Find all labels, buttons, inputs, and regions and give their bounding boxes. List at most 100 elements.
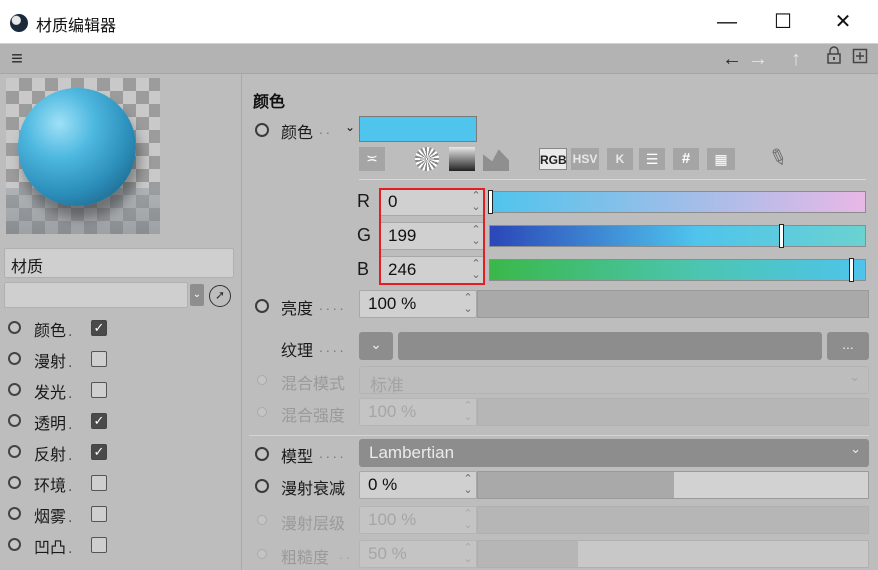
r-slider[interactable] xyxy=(488,190,866,214)
channel-label: 烟雾 xyxy=(34,503,72,527)
blend-mode-radio[interactable] xyxy=(257,375,267,385)
layer-dropdown[interactable] xyxy=(4,282,188,308)
maximize-button[interactable]: ☐ xyxy=(760,8,806,36)
material-preview[interactable] xyxy=(6,78,160,234)
forward-arrow-icon[interactable]: → xyxy=(746,46,770,72)
back-arrow-icon[interactable]: ← xyxy=(720,46,744,72)
brightness-spinner-icon[interactable]: ⌃ ⌄ xyxy=(462,293,474,315)
diffuse-falloff-label: 漫射衰减 xyxy=(281,481,346,498)
b-slider-handle[interactable] xyxy=(849,258,854,282)
brightness-radio[interactable] xyxy=(255,299,269,313)
brightness-slider[interactable] xyxy=(477,290,869,318)
model-radio[interactable] xyxy=(255,447,269,461)
chevron-down-icon: ⌄ xyxy=(849,369,860,384)
channel-fog[interactable]: 烟雾 xyxy=(8,500,228,528)
channel-checkbox[interactable] xyxy=(91,537,107,553)
channel-label: 漫射 xyxy=(34,348,72,372)
b-slider[interactable] xyxy=(489,258,866,282)
chevron-down-icon[interactable]: ⌄ xyxy=(345,120,355,134)
channel-transparency[interactable]: 透明 ✓ xyxy=(8,407,228,435)
material-name-field[interactable]: 材质 xyxy=(4,248,234,278)
blend-strength-label: 混合强度 xyxy=(281,408,346,425)
channel-label: 透明 xyxy=(34,410,72,434)
mixer-icon[interactable]: ☰ xyxy=(639,148,665,170)
r-slider-handle[interactable] xyxy=(488,190,493,214)
channel-checkbox[interactable] xyxy=(91,506,107,522)
blend-strength-slider[interactable] xyxy=(477,398,869,426)
blend-mode-dropdown[interactable]: 标准 ⌄ xyxy=(359,366,869,395)
channel-color[interactable]: 颜色 ✓ xyxy=(8,314,228,342)
channel-bump[interactable]: 凹凸 xyxy=(8,531,228,559)
diffuse-falloff-radio[interactable] xyxy=(255,479,269,493)
swatch-grid-icon[interactable]: ▦ xyxy=(707,148,735,170)
channel-label: 颜色 xyxy=(34,317,72,341)
color-wheel-icon[interactable] xyxy=(415,147,439,171)
kelvin-mode-button[interactable]: K xyxy=(607,148,633,170)
channel-checkbox[interactable]: ✓ xyxy=(91,413,107,429)
diffuse-falloff-slider-fill xyxy=(674,472,868,498)
channel-radio[interactable] xyxy=(8,352,21,365)
channel-radio[interactable] xyxy=(8,321,21,334)
rgb-mode-button[interactable]: RGB xyxy=(539,148,567,170)
new-window-icon[interactable] xyxy=(850,46,870,72)
diffuse-level-spinner-icon[interactable]: ⌃ ⌄ xyxy=(462,509,474,531)
diffuse-level-label: 漫射层级 xyxy=(281,516,346,533)
channel-radio[interactable] xyxy=(8,507,21,520)
roughness-radio[interactable] xyxy=(257,549,267,559)
channel-checkbox[interactable] xyxy=(91,351,107,367)
spectrum-icon[interactable]: ≍ xyxy=(359,147,385,171)
channel-luminance[interactable]: 发光 xyxy=(8,376,228,404)
g-label: G xyxy=(357,225,372,245)
brightness-field[interactable]: 100 % xyxy=(359,290,477,318)
color-radio[interactable] xyxy=(255,123,269,137)
image-icon[interactable] xyxy=(483,149,509,171)
blend-strength-field[interactable]: 100 % xyxy=(359,398,477,426)
gradient-icon[interactable] xyxy=(449,147,475,171)
channel-checkbox[interactable] xyxy=(91,382,107,398)
channel-radio[interactable] xyxy=(8,445,21,458)
color-swatch[interactable] xyxy=(359,116,477,142)
hsv-mode-button[interactable]: HSV xyxy=(571,148,599,170)
texture-slot[interactable] xyxy=(398,332,822,360)
diffuse-level-slider[interactable] xyxy=(477,506,869,534)
menu-icon[interactable]: ≡ xyxy=(6,46,28,72)
chevron-down-icon[interactable]: ⌄ xyxy=(190,284,204,306)
chevron-down-icon: ⌄ xyxy=(850,441,861,456)
g-slider-handle[interactable] xyxy=(779,224,784,248)
diffuse-falloff-spinner-icon[interactable]: ⌃ ⌄ xyxy=(462,474,474,496)
blend-mode-label: 混合模式 xyxy=(281,376,346,393)
texture-more-button[interactable]: ... xyxy=(827,332,869,360)
texture-dropdown-button[interactable]: ⌄ xyxy=(359,332,393,360)
g-slider[interactable] xyxy=(489,224,866,248)
minimize-button[interactable]: — xyxy=(704,8,750,36)
roughness-label: 粗糙度 xyxy=(281,550,330,567)
channel-checkbox[interactable]: ✓ xyxy=(91,320,107,336)
diffuse-falloff-field[interactable]: 0 % xyxy=(359,471,477,499)
section-title: 颜色 xyxy=(253,94,286,111)
diffuse-falloff-slider[interactable] xyxy=(477,471,869,499)
channel-radio[interactable] xyxy=(8,383,21,396)
preview-sphere xyxy=(18,88,136,206)
channel-radio[interactable] xyxy=(8,476,21,489)
channel-diffuse[interactable]: 漫射 xyxy=(8,345,228,373)
close-button[interactable]: ✕ xyxy=(820,8,866,36)
eyedropper-icon[interactable]: ✎ xyxy=(760,142,796,175)
channel-radio[interactable] xyxy=(8,414,21,427)
channel-checkbox[interactable]: ✓ xyxy=(91,444,107,460)
lock-icon[interactable] xyxy=(824,46,844,72)
channel-reflectance[interactable]: 反射 ✓ xyxy=(8,438,228,466)
blend-strength-radio[interactable] xyxy=(257,407,267,417)
up-arrow-icon[interactable]: ↑ xyxy=(784,46,808,72)
channel-environment[interactable]: 环境 xyxy=(8,469,228,497)
roughness-field[interactable]: 50 % xyxy=(359,540,477,568)
diffuse-level-radio[interactable] xyxy=(257,515,267,525)
diffuse-level-field[interactable]: 100 % xyxy=(359,506,477,534)
blend-strength-spinner-icon[interactable]: ⌃ ⌄ xyxy=(462,401,474,423)
channel-checkbox[interactable] xyxy=(91,475,107,491)
cursor-icon[interactable]: ➚ xyxy=(209,285,231,307)
hex-mode-button[interactable]: # xyxy=(673,148,699,170)
model-dropdown[interactable]: Lambertian ⌄ xyxy=(359,439,869,467)
channel-radio[interactable] xyxy=(8,538,21,551)
roughness-spinner-icon[interactable]: ⌃ ⌄ xyxy=(462,543,474,565)
roughness-slider[interactable] xyxy=(477,540,869,568)
